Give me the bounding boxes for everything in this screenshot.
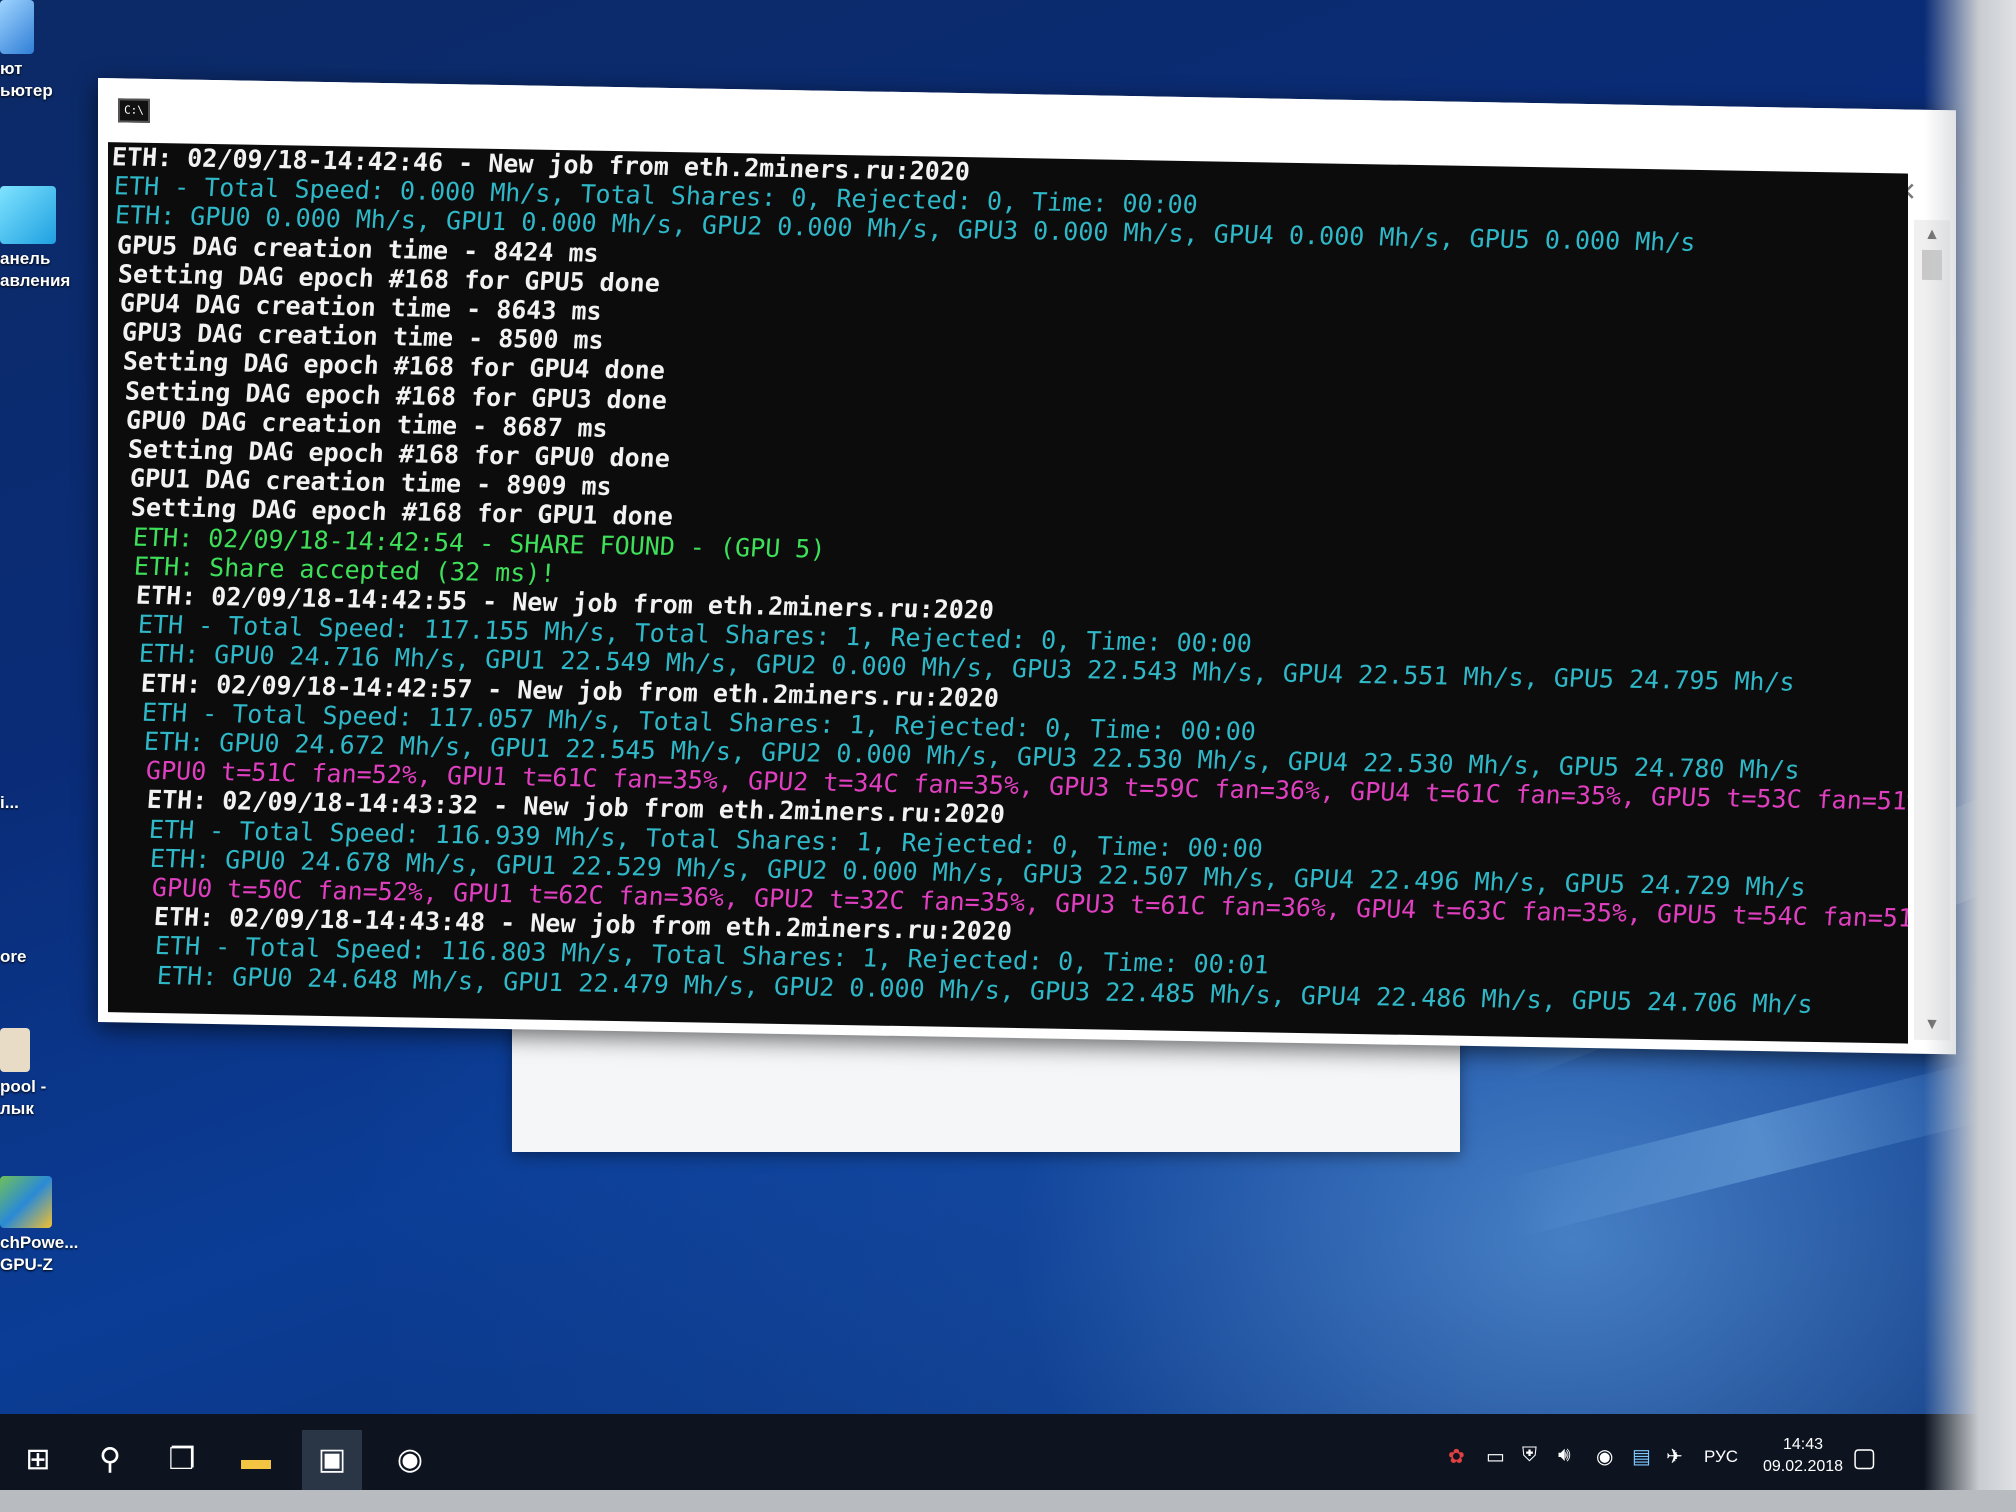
scroll-thumb[interactable] [1922,249,1942,281]
tray-app-icon[interactable]: ✿ [1448,1444,1465,1469]
console-output[interactable]: ETH: 02/09/18-14:42:46 - New job from et… [108,142,1908,1044]
file-explorer-button[interactable]: ▬ [226,1430,286,1490]
shortcut-icon [0,1028,30,1072]
control-panel-icon [0,186,56,244]
desktop-icon-app[interactable]: i... [0,792,96,814]
network-icon[interactable]: ▭ [1486,1444,1505,1469]
start-button[interactable]: ⊞ [8,1430,68,1490]
tray-monitor-icon[interactable]: ▤ [1632,1444,1651,1469]
computer-icon [0,0,34,54]
task-view-button[interactable]: ❐ [152,1430,212,1490]
taskbar: ⊞ ⚲ ❐ ▬ ▣ ◉ ✿ ▭ ⛨ 🔊︎ ◉ ▤ ✈ РУС 14:43 09.… [0,1414,2016,1512]
console-taskbar-button[interactable]: ▣ [302,1430,362,1494]
desktop-icon-label: анель авления [0,249,71,290]
taskbar-clock[interactable]: 14:43 09.02.2018 [1748,1434,1858,1478]
console-window[interactable]: C:\ — ☐ ✕ ETH: 02/09/18-14:42:46 - New j… [98,78,1956,1055]
plane-icon[interactable]: ✈ [1666,1444,1683,1469]
desktop-icon-gpu-z[interactable]: chPowe... GPU-Z [0,1176,96,1276]
miner-app-button[interactable]: ◉ [380,1430,440,1490]
folder-icon: ▬ [241,1443,271,1476]
console-scrollbar[interactable]: ▲ ▼ [1914,219,1950,1041]
clock-date: 09.02.2018 [1762,1458,1844,1475]
security-shield-icon[interactable]: ⛨ [1522,1444,1537,1467]
console-app-icon: C:\ [118,98,150,123]
desktop-icon-label: chPowe... GPU-Z [0,1233,79,1274]
desktop-icon-label: ют ьютер [0,59,53,100]
miner-app-icon: ◉ [396,1443,424,1476]
desktop-icon-label: i... [0,793,19,812]
language-indicator[interactable]: РУС [1704,1447,1738,1467]
desktop-icon-shortcut[interactable]: pool - лык [0,1028,96,1120]
desktop-icon-computer[interactable]: ют ьютер [0,0,96,102]
task-view-icon: ❐ [168,1443,196,1476]
volume-icon[interactable]: 🔊︎ [1558,1444,1571,1467]
scroll-up-arrow-icon[interactable]: ▲ [1914,220,1950,251]
notification-center-icon[interactable]: ▢ [1852,1442,1877,1473]
desktop-icon-control-panel[interactable]: анель авления [0,186,96,292]
desktop-background: ют ьютер анель авления i... ore pool - л… [0,0,2016,1512]
wallpaper-light-beam [1500,1054,2016,1239]
desktop-icon-app[interactable]: ore [0,946,96,968]
scroll-down-arrow-icon[interactable]: ▼ [1914,1010,1950,1041]
desktop-icon-label: ore [0,947,27,966]
search-button[interactable]: ⚲ [80,1430,140,1490]
gpu-z-icon [0,1176,52,1228]
windows-logo-icon: ⊞ [25,1443,51,1476]
clock-time: 14:43 [1782,1436,1824,1453]
desktop-icon-label: pool - лык [0,1077,47,1118]
search-icon: ⚲ [99,1443,121,1476]
miner-tray-icon[interactable]: ◉ [1596,1444,1613,1469]
console-icon: ▣ [317,1443,347,1476]
